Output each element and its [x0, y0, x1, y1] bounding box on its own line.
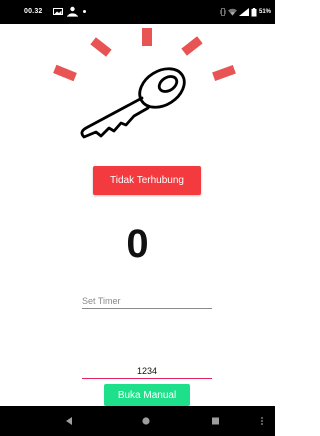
manual-open-button[interactable]: Buka Manual [104, 384, 190, 406]
status-icons: 51% [220, 6, 271, 18]
signal-ray [212, 65, 236, 81]
back-icon[interactable] [62, 414, 78, 428]
navigation-bar [0, 406, 275, 436]
counter-display: 0 [126, 222, 149, 266]
person-notification-icon [67, 6, 78, 17]
wifi-icon [227, 8, 237, 16]
key-icon [80, 67, 186, 139]
signal-icon [238, 8, 249, 16]
home-icon[interactable] [138, 414, 154, 428]
code-input[interactable] [82, 364, 212, 379]
image-notification-icon [53, 8, 63, 15]
dot-icon [83, 10, 86, 13]
recents-icon[interactable] [208, 414, 224, 428]
app-screen: 00.32 51% Tidak Terhubung 0 Set Timer 12… [0, 0, 275, 436]
menu-icon[interactable] [259, 414, 265, 428]
vibrate-icon [220, 8, 226, 16]
signal-ray [142, 28, 152, 46]
battery-percent: 51% [258, 9, 271, 15]
signal-ray [90, 37, 112, 57]
signal-ray [53, 64, 77, 82]
set-timer-input[interactable] [82, 294, 212, 309]
battery-icon [251, 7, 257, 16]
status-time: 00.32 [24, 8, 43, 15]
signal-ray [181, 36, 203, 56]
signal-rays [53, 28, 236, 82]
key-illustration [53, 28, 236, 139]
connection-status-button[interactable]: Tidak Terhubung [93, 166, 201, 195]
status-bar: 00.32 51% [0, 0, 275, 24]
